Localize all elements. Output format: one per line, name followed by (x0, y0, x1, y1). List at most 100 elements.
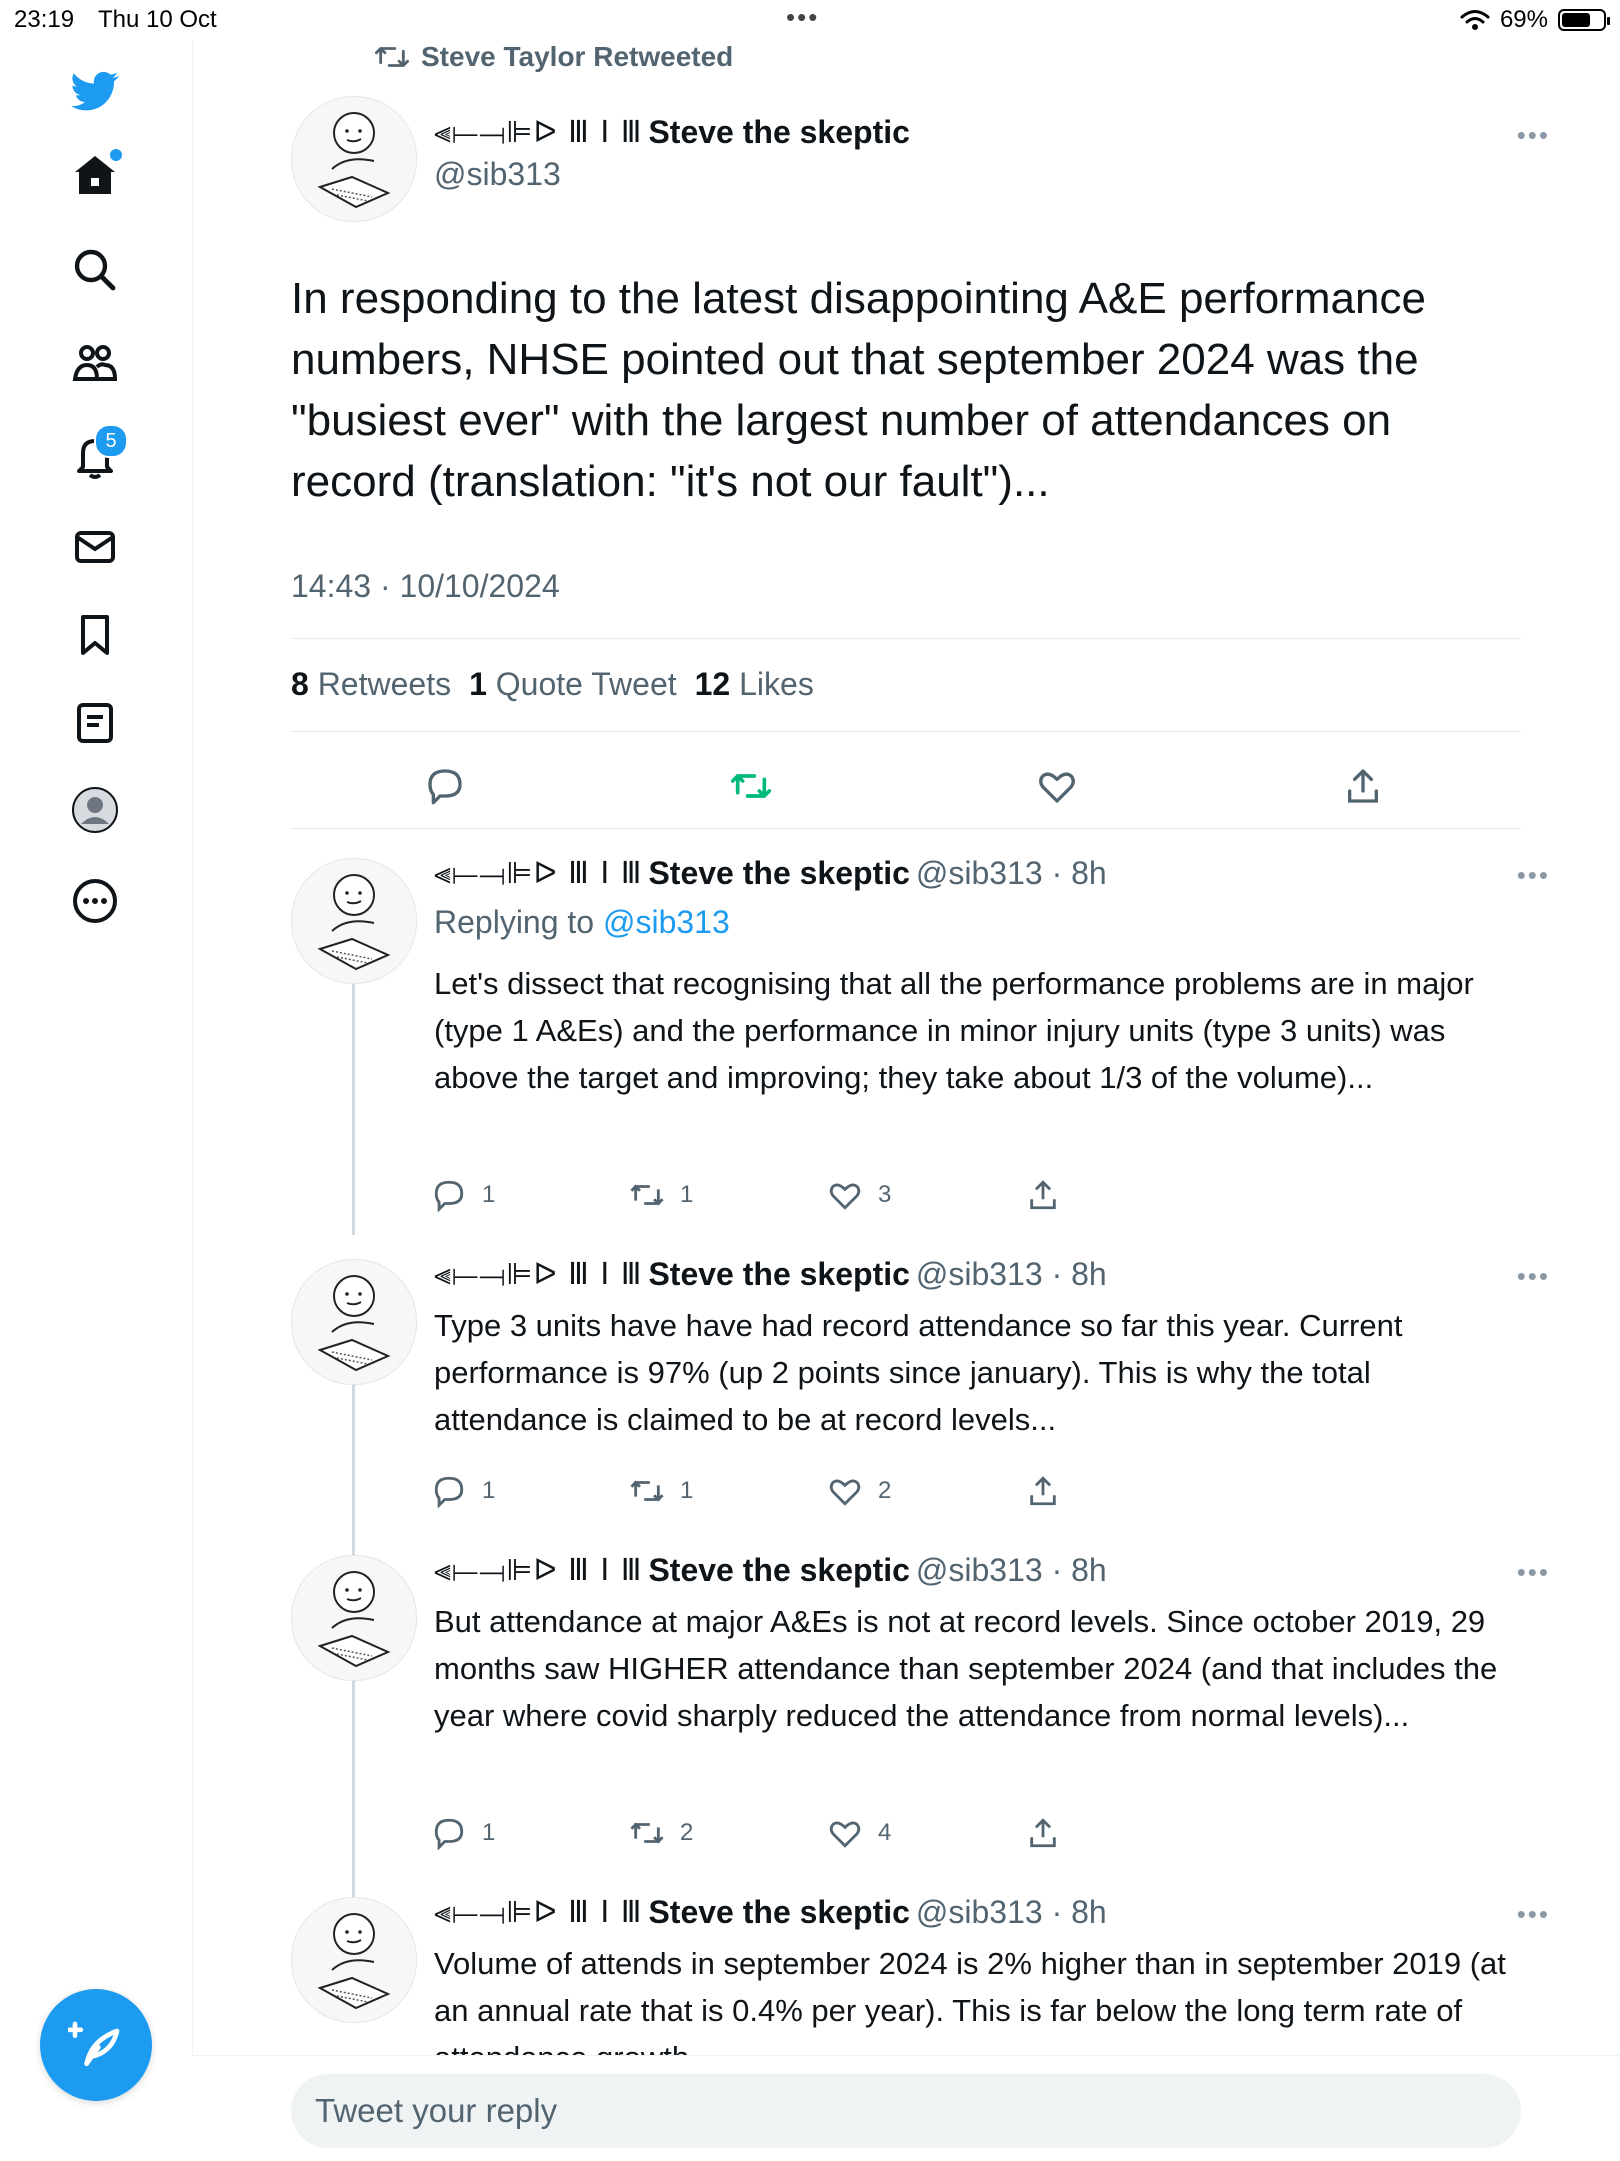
reply-icon[interactable] (415, 756, 475, 816)
reply-actions: 1 1 2 (432, 1474, 1132, 1524)
reply-text: But attendance at major A&Es is not at r… (434, 1604, 1498, 1733)
messages-icon[interactable] (66, 518, 124, 576)
retweets-stat[interactable]: 8 Retweets (291, 666, 451, 703)
like-heart-icon[interactable] (1027, 756, 1087, 816)
replying-to: Replying to @sib313 (434, 904, 730, 941)
retweet-banner-label: Steve Taylor Retweeted (421, 41, 734, 72)
retweet-icon (375, 47, 409, 67)
main-tweet-text: In responding to the latest disappointin… (291, 274, 1426, 506)
sidebar: 5 (0, 40, 193, 2160)
reply-actions: 1 2 4 (432, 1816, 1132, 1866)
reply-avatar[interactable] (291, 1259, 417, 1385)
bookmarks-icon[interactable] (66, 606, 124, 664)
reply-header[interactable]: ⫷⟝⟞⊫ᐅ Ⅲ Ⅰ Ⅲ Steve the skeptic @sib313 · … (434, 1894, 1107, 1931)
battery-percent: 69% (1499, 6, 1548, 33)
communities-icon[interactable] (66, 334, 124, 392)
reply-count-button[interactable]: 1 (432, 1474, 495, 1508)
divider (291, 638, 1521, 639)
reply-meta: @sib313 · 8h (915, 1256, 1107, 1292)
reply-count: 1 (482, 1477, 496, 1504)
reply-header[interactable]: ⫷⟝⟞⊫ᐅ Ⅲ Ⅰ Ⅲ Steve the skeptic @sib313 · … (434, 1256, 1107, 1293)
reply-bar: Tweet your reply (192, 2055, 1620, 2161)
compose-feather-icon (68, 2021, 120, 2066)
reply-count: 1 (482, 1181, 496, 1208)
reply-count-button[interactable]: 1 (432, 1816, 495, 1850)
main-tweet-timestamp[interactable]: 14:43 · 10/10/2024 (291, 568, 560, 605)
share-button[interactable] (1026, 1474, 1060, 1508)
retweet-icon (630, 1184, 664, 1206)
compose-tweet-button[interactable] (40, 1989, 152, 2101)
like-count-button[interactable]: 2 (828, 1474, 891, 1508)
retweet-count-button[interactable]: 1 (630, 1178, 693, 1212)
notifications-icon[interactable]: 5 (66, 424, 128, 486)
heart-icon (829, 1821, 861, 1848)
author-name-glyphs: ⫷⟝⟞⊫ᐅ Ⅲ Ⅰ Ⅲ (434, 1553, 643, 1588)
twitter-logo-icon[interactable] (66, 62, 124, 120)
replying-to-link[interactable]: @sib313 (603, 904, 730, 940)
tweet-more-icon[interactable]: ••• (1517, 120, 1550, 151)
reply-avatar[interactable] (291, 1897, 417, 2023)
reply-input[interactable]: Tweet your reply (291, 2074, 1521, 2148)
share-icon (1030, 1476, 1056, 1506)
reply-header[interactable]: ⫷⟝⟞⊫ᐅ Ⅲ Ⅰ Ⅲ Steve the skeptic @sib313 · … (434, 1552, 1107, 1589)
divider (291, 828, 1521, 829)
reply-avatar[interactable] (291, 858, 417, 984)
reply-count-button[interactable]: 1 (432, 1178, 495, 1212)
home-icon[interactable] (66, 147, 124, 205)
retweet-icon (630, 1822, 664, 1844)
battery-icon (1558, 9, 1610, 31)
status-time: 23:19 (14, 6, 75, 33)
retweet-count-button[interactable]: 2 (630, 1816, 693, 1850)
sketch-avatar-icon (317, 874, 391, 971)
tweet-thread: Steve Taylor Retweeted ⫷⟝⟞⊫ᐅ Ⅲ Ⅰ Ⅲ Steve… (192, 40, 1620, 2161)
retweet-count-button[interactable]: 1 (630, 1474, 693, 1508)
author-avatar[interactable] (291, 96, 417, 222)
reply-more-icon[interactable]: ••• (1517, 1899, 1550, 1930)
notifications-badge: 5 (94, 424, 128, 458)
reply-more-icon[interactable]: ••• (1517, 1261, 1550, 1292)
like-count-button[interactable]: 4 (828, 1816, 891, 1850)
reply-icon (434, 1180, 464, 1212)
like-count: 4 (878, 1819, 892, 1846)
reply-icon (434, 1818, 464, 1850)
reply-avatar[interactable] (291, 1555, 417, 1681)
more-options-icon[interactable] (66, 872, 124, 930)
sketch-avatar-icon (317, 1571, 391, 1668)
reply-text: Type 3 units have have had record attend… (434, 1308, 1403, 1437)
status-bar: 23:19 Thu 10 Oct ••• 69% (0, 0, 1620, 40)
sketch-avatar-icon (317, 112, 391, 209)
retweet-banner[interactable]: Steve Taylor Retweeted (375, 40, 733, 74)
reply-more-icon[interactable]: ••• (1517, 860, 1550, 891)
reply-more-icon[interactable]: ••• (1517, 1557, 1550, 1588)
thread-connector (352, 982, 355, 1235)
author-name-glyphs: ⫷⟝⟞⊫ᐅ Ⅲ Ⅰ Ⅲ (434, 1895, 643, 1930)
tweet-stats: 8 Retweets 1 Quote Tweet 12 Likes (291, 666, 814, 703)
reply-header[interactable]: ⫷⟝⟞⊫ᐅ Ⅲ Ⅰ Ⅲ Steve the skeptic @sib313 · … (434, 855, 1107, 892)
share-icon[interactable] (1333, 756, 1393, 816)
quote-tweets-stat[interactable]: 1 Quote Tweet (469, 666, 677, 703)
reply-meta: @sib313 · 8h (915, 1552, 1107, 1588)
retweet-count: 1 (680, 1477, 694, 1504)
retweet-count: 2 (680, 1819, 694, 1846)
reply-meta: @sib313 · 8h (915, 1894, 1107, 1930)
heart-icon (829, 1479, 861, 1506)
likes-stat[interactable]: 12 Likes (695, 666, 814, 703)
reply-meta: @sib313 · 8h (915, 855, 1107, 891)
like-count: 3 (878, 1181, 892, 1208)
author-name-glyphs: ⫷⟝⟞⊫ᐅ Ⅲ Ⅰ Ⅲ (434, 115, 643, 150)
search-icon[interactable] (66, 241, 124, 299)
share-button[interactable] (1026, 1816, 1060, 1850)
retweet-icon (630, 1480, 664, 1502)
heart-icon (829, 1183, 861, 1210)
reply-input-placeholder: Tweet your reply (315, 2092, 558, 2129)
multitasking-dots-icon[interactable]: ••• (786, 2, 819, 33)
like-count-button[interactable]: 3 (828, 1178, 891, 1212)
profile-avatar-icon[interactable] (66, 781, 124, 839)
lists-icon[interactable] (66, 694, 124, 752)
author-name-row[interactable]: ⫷⟝⟞⊫ᐅ Ⅲ Ⅰ Ⅲ Steve the skeptic (434, 114, 910, 151)
retweet-button-icon[interactable] (721, 756, 781, 816)
author-handle[interactable]: @sib313 (434, 156, 561, 193)
main-tweet-actions (291, 756, 1521, 826)
share-button[interactable] (1026, 1178, 1060, 1212)
reply-icon (434, 1476, 464, 1508)
